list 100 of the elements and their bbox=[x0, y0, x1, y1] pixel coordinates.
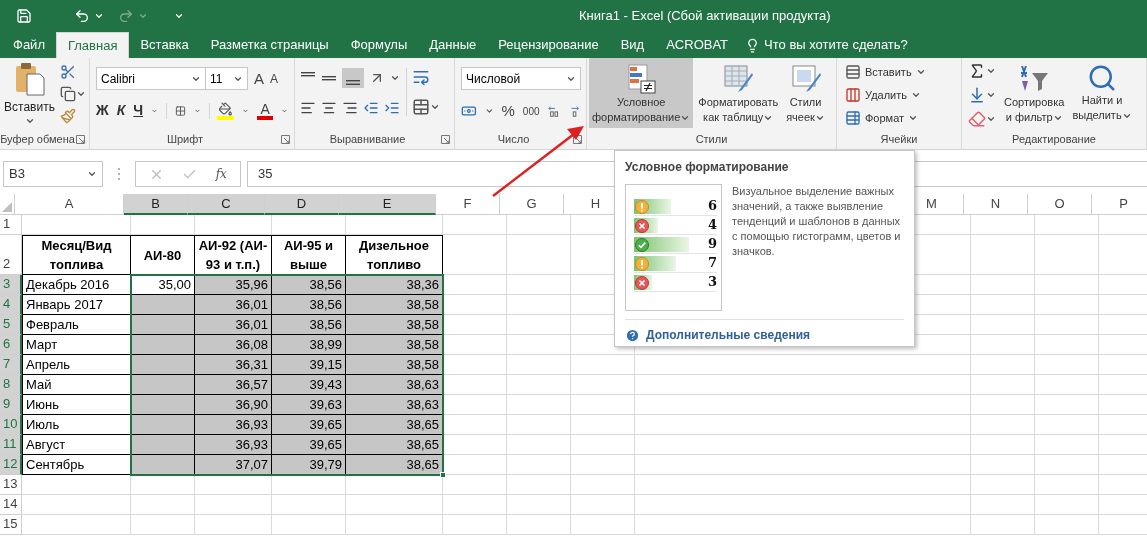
tooltip-description: Визуальное выделение важных значений, а также выявление тенденций и шаблонов в данных с помощью гистограмм, цветов и значков. bbox=[732, 184, 902, 259]
ribbon-tab[interactable]: Формулы bbox=[339, 32, 419, 58]
table-cell: Январь 2017 bbox=[22, 295, 131, 315]
font-color-button[interactable]: A bbox=[257, 101, 274, 120]
sample-value: 7 bbox=[707, 254, 717, 273]
column-header[interactable]: O bbox=[1028, 194, 1092, 215]
column-header[interactable]: E bbox=[339, 194, 436, 215]
table-cell: АИ-80 bbox=[131, 235, 195, 275]
table-cell: 38,58 bbox=[346, 335, 443, 355]
row-header[interactable]: 4 bbox=[0, 295, 22, 315]
editing-button[interactable]: Сортировка и фильтр bbox=[1004, 62, 1065, 128]
bold-button[interactable]: Ж bbox=[96, 100, 109, 121]
ribbon-tab[interactable]: ACROBAT bbox=[655, 32, 740, 58]
more-info-link[interactable]: Дополнительные сведения bbox=[646, 326, 811, 344]
column-header[interactable]: N bbox=[964, 194, 1028, 215]
column-header[interactable]: A bbox=[15, 194, 124, 215]
table-cell: 39,79 bbox=[272, 455, 346, 475]
row-header[interactable]: 1 bbox=[0, 215, 22, 235]
ribbon-tab[interactable]: Вставка bbox=[129, 32, 200, 58]
table-cell: Май bbox=[22, 375, 131, 395]
table-cell: Дизельное топливо bbox=[346, 235, 443, 275]
row-header[interactable]: 8 bbox=[0, 375, 22, 395]
column-header[interactable]: B bbox=[124, 194, 188, 215]
table-cell: 36,57 bbox=[195, 375, 272, 395]
group-label: Редактирование bbox=[1012, 132, 1096, 147]
table-cell: Февраль bbox=[22, 315, 131, 335]
column-header[interactable]: D bbox=[265, 194, 339, 215]
table-cell: 38,58 bbox=[346, 295, 443, 315]
group-label: Шрифт bbox=[166, 132, 204, 147]
column-header[interactable]: G bbox=[500, 194, 564, 215]
style-button[interactable]: Стили ячеек bbox=[783, 58, 828, 128]
column-header[interactable]: C bbox=[188, 194, 265, 215]
table-cell: 36,93 bbox=[195, 415, 272, 435]
row-header[interactable]: 12 bbox=[0, 455, 22, 475]
table-cell: 35,96 bbox=[195, 275, 272, 295]
table-cell: 38,58 bbox=[346, 355, 443, 375]
table-cell: Декабрь 2016 bbox=[22, 275, 131, 295]
row-header[interactable]: 7 bbox=[0, 355, 22, 375]
table-cell: Июнь bbox=[22, 395, 131, 415]
row-header[interactable]: 14 bbox=[0, 495, 22, 515]
group-label: Ячейки bbox=[880, 132, 918, 147]
font-size-field[interactable]: 11 bbox=[206, 67, 248, 90]
sample-value: 3 bbox=[707, 273, 717, 292]
table-cell: 36,08 bbox=[195, 335, 272, 355]
row-header[interactable]: 15 bbox=[0, 515, 22, 535]
cells-menu-button[interactable]: Вставить bbox=[845, 62, 953, 82]
table-cell: 38,63 bbox=[346, 395, 443, 415]
sample-value: 6 bbox=[707, 197, 717, 216]
thousands-button[interactable]: 000 bbox=[522, 103, 540, 119]
table-cell: 36,01 bbox=[195, 315, 272, 335]
group-label: Выравнивание bbox=[329, 132, 406, 147]
row-header[interactable]: 3 bbox=[0, 275, 22, 295]
grow-font-button[interactable]: A bbox=[254, 71, 264, 86]
style-button[interactable]: Условное форматирование bbox=[589, 58, 694, 128]
table-cell: Месяц/Вид топлива bbox=[22, 235, 131, 275]
column-header[interactable]: F bbox=[436, 194, 500, 215]
table-cell: Март bbox=[22, 335, 131, 355]
table-cell: 39,65 bbox=[272, 415, 346, 435]
shrink-font-button[interactable]: A bbox=[270, 72, 279, 85]
font-name-field[interactable]: Calibri bbox=[96, 67, 206, 90]
table-cell: 36,01 bbox=[195, 295, 272, 315]
table-cell: 38,65 bbox=[346, 455, 443, 475]
sample-value: 9 bbox=[707, 235, 717, 254]
insert-function-button[interactable]: fx bbox=[215, 165, 227, 183]
row-header[interactable]: 2 bbox=[0, 235, 22, 275]
row-header[interactable]: 11 bbox=[0, 435, 22, 455]
table-cell: 39,63 bbox=[272, 395, 346, 415]
table-cell: 38,99 bbox=[272, 335, 346, 355]
table-cell: 38,58 bbox=[346, 315, 443, 335]
font-size: 11 bbox=[210, 70, 223, 88]
ribbon-tab[interactable]: Файл bbox=[2, 32, 56, 58]
underline-button[interactable]: Ч bbox=[133, 100, 144, 121]
number-format-field[interactable]: Числовой bbox=[461, 67, 581, 90]
ribbon-tab[interactable]: Вид bbox=[609, 32, 656, 58]
percent-button[interactable]: % bbox=[501, 100, 515, 123]
row-header[interactable]: 13 bbox=[0, 475, 22, 495]
ribbon-tab[interactable]: Главная bbox=[55, 32, 130, 58]
row-header[interactable]: 5 bbox=[0, 315, 22, 335]
group-label: Число bbox=[497, 132, 530, 147]
cells-menu-button[interactable]: Формат bbox=[845, 108, 953, 128]
ribbon-tab[interactable]: Данные bbox=[418, 32, 488, 58]
row-header[interactable]: 9 bbox=[0, 395, 22, 415]
cells-menu-button[interactable]: Удалить bbox=[845, 85, 953, 105]
table-cell: Июль bbox=[22, 415, 131, 435]
tell-me-field[interactable]: Что вы хотите сделать? bbox=[745, 32, 908, 58]
table-cell: 39,15 bbox=[272, 355, 346, 375]
style-button[interactable]: Форматировать как таблицу bbox=[695, 58, 782, 128]
italic-button[interactable]: К bbox=[116, 100, 126, 121]
table-cell: 38,65 bbox=[346, 415, 443, 435]
table-cell: Сентябрь bbox=[22, 455, 131, 475]
table-cell: 39,43 bbox=[272, 375, 346, 395]
ribbon-tab[interactable]: Рецензирование bbox=[487, 32, 610, 58]
ribbon-tab[interactable]: Разметка страницы bbox=[199, 32, 340, 58]
paste-button[interactable]: Вставить bbox=[3, 62, 56, 131]
row-header[interactable]: 6 bbox=[0, 335, 22, 355]
row-header[interactable]: 10 bbox=[0, 415, 22, 435]
name-box[interactable]: B3 bbox=[3, 161, 103, 187]
window-title: Книга1 - Excel (Сбой активации продукта) bbox=[579, 7, 831, 26]
editing-button[interactable]: Найти и выделить bbox=[1072, 62, 1132, 128]
group-label: Стили bbox=[695, 132, 728, 147]
